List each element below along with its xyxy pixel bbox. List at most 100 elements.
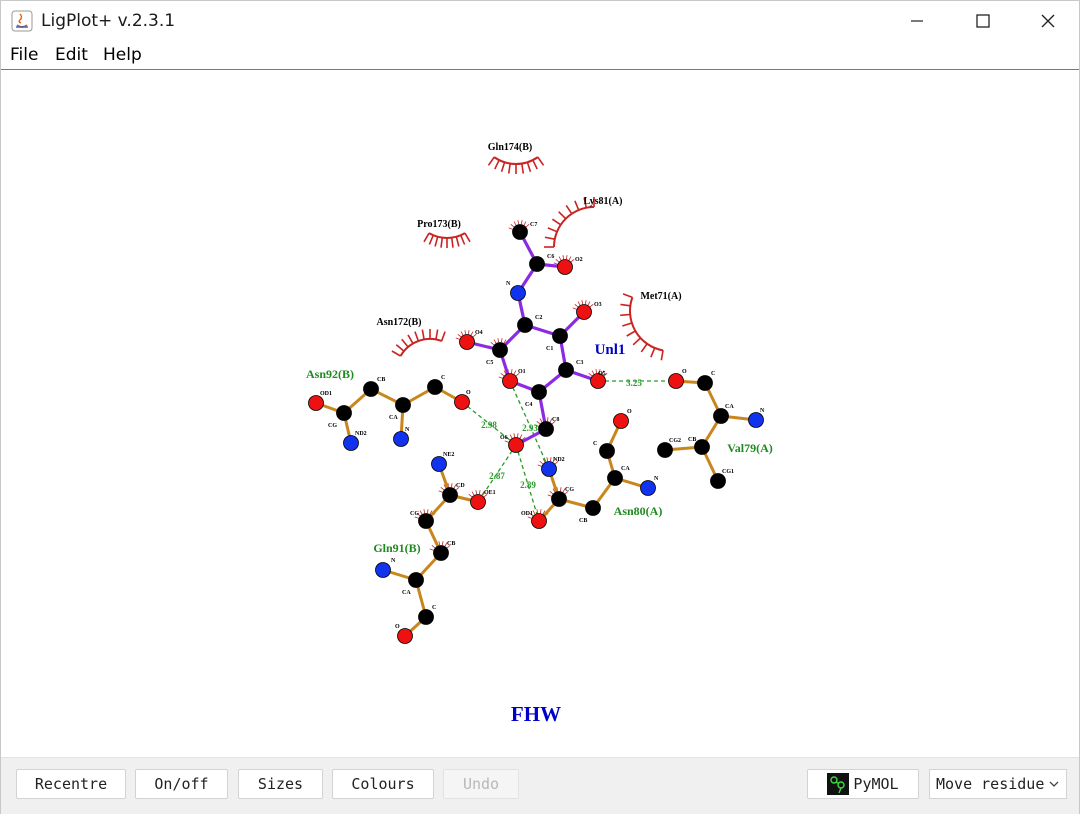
hydrophobic-spoke bbox=[622, 293, 633, 299]
contact-spoke bbox=[547, 494, 552, 497]
atom-c[interactable] bbox=[552, 328, 568, 344]
atom-c[interactable] bbox=[517, 317, 533, 333]
atom-o[interactable] bbox=[459, 334, 475, 350]
atom-label: NE2 bbox=[443, 452, 454, 458]
atom-c[interactable] bbox=[408, 572, 424, 588]
atom-o[interactable] bbox=[508, 437, 524, 453]
maximize-button[interactable] bbox=[960, 1, 1006, 41]
atom-o[interactable] bbox=[668, 373, 684, 389]
atom-c[interactable] bbox=[442, 487, 458, 503]
hydrophobic-spoke bbox=[434, 236, 439, 247]
atom-o[interactable] bbox=[454, 394, 470, 410]
atom-n[interactable] bbox=[541, 461, 557, 477]
hydrophobic-label-gln174: Gln174(B) bbox=[488, 142, 532, 153]
atom-n[interactable] bbox=[375, 562, 391, 578]
hydrogen-bonds: 3.25 2.98 2.93 2.87 2.89 bbox=[461, 378, 676, 522]
hydrophobic-spoke bbox=[455, 236, 460, 247]
menu-help[interactable]: Help bbox=[103, 45, 142, 65]
atom-c[interactable] bbox=[433, 545, 449, 561]
atom-c[interactable] bbox=[607, 470, 623, 486]
contact-spoke bbox=[509, 434, 513, 439]
atom-label: CG2 bbox=[669, 438, 681, 444]
contact-spoke bbox=[532, 510, 536, 515]
atom-c[interactable] bbox=[492, 342, 508, 358]
atom-c[interactable] bbox=[395, 397, 411, 413]
contact-spoke bbox=[460, 331, 464, 336]
atom-c[interactable] bbox=[336, 405, 352, 421]
atom-o[interactable] bbox=[397, 628, 413, 644]
atom-o[interactable] bbox=[557, 259, 573, 275]
hbond-distance-label: 2.98 bbox=[481, 420, 497, 430]
hydrophobic-spoke bbox=[620, 303, 631, 307]
atom-n[interactable] bbox=[393, 431, 409, 447]
atom-o[interactable] bbox=[308, 395, 324, 411]
atom-label: N bbox=[391, 558, 396, 564]
atom-c[interactable] bbox=[697, 375, 713, 391]
atom-c[interactable] bbox=[538, 421, 554, 437]
ligplot-canvas[interactable]: 3.25 2.98 2.93 2.87 2.89 C7 C6 O2 N O3 C2 C1 C3 O4 C5… bbox=[2, 71, 1079, 757]
undo-button[interactable]: Undo bbox=[443, 769, 519, 799]
atom-c[interactable] bbox=[585, 500, 601, 516]
hydrophobic-spoke bbox=[640, 343, 648, 353]
hydrophobic-spoke bbox=[435, 329, 439, 340]
contact-spoke bbox=[431, 544, 436, 549]
contact-spoke bbox=[510, 369, 513, 374]
atom-n[interactable] bbox=[640, 480, 656, 496]
hydrophobic-spoke bbox=[547, 227, 558, 233]
close-button[interactable] bbox=[1025, 1, 1071, 41]
atom-c[interactable] bbox=[531, 384, 547, 400]
contact-spoke bbox=[438, 541, 441, 546]
pymol-button[interactable]: PyMOL bbox=[807, 769, 919, 799]
recentre-button[interactable]: Recentre bbox=[16, 769, 126, 799]
atom-o[interactable] bbox=[531, 513, 547, 529]
atom-c[interactable] bbox=[418, 513, 434, 529]
colours-button[interactable]: Colours bbox=[332, 769, 434, 799]
atom-c[interactable] bbox=[363, 381, 379, 397]
atom-label: O bbox=[682, 369, 687, 375]
atom-label: OE1 bbox=[484, 490, 496, 496]
atom-o[interactable] bbox=[576, 304, 592, 320]
atom-o[interactable] bbox=[470, 494, 486, 510]
atom-c[interactable] bbox=[418, 609, 434, 625]
contact-spoke bbox=[513, 433, 516, 438]
mode-select[interactable]: Move residue bbox=[929, 769, 1067, 799]
sizes-button[interactable]: Sizes bbox=[238, 769, 323, 799]
atom-label: CA bbox=[389, 415, 398, 421]
atom-label: C3 bbox=[576, 360, 583, 366]
contact-spoke bbox=[517, 220, 520, 225]
ligplot-diagram[interactable]: 3.25 2.98 2.93 2.87 2.89 C7 C6 O2 N O3 C2 C1 C3 O4 C5… bbox=[2, 71, 1079, 757]
atom-o[interactable] bbox=[613, 413, 629, 429]
atom-n[interactable] bbox=[343, 435, 359, 451]
atom-c[interactable] bbox=[694, 439, 710, 455]
atom-c[interactable] bbox=[710, 473, 726, 489]
atom-c[interactable] bbox=[529, 256, 545, 272]
atom-c[interactable] bbox=[657, 442, 673, 458]
atom-c[interactable] bbox=[551, 491, 567, 507]
atom-n[interactable] bbox=[431, 456, 447, 472]
atom-o[interactable] bbox=[502, 373, 518, 389]
contact-spoke bbox=[508, 227, 513, 230]
contact-spoke bbox=[478, 490, 481, 495]
atom-c[interactable] bbox=[512, 224, 528, 240]
atom-c[interactable] bbox=[427, 379, 443, 395]
title-bar[interactable]: LigPlot+ v.2.3.1 bbox=[1, 1, 1079, 41]
atom-c[interactable] bbox=[558, 362, 574, 378]
contact-spoke bbox=[513, 221, 517, 226]
atom-n[interactable] bbox=[748, 412, 764, 428]
contact-spoke bbox=[516, 433, 519, 438]
bottom-toolbar: Recentre On/off Sizes Colours Undo PyMOL… bbox=[1, 757, 1079, 814]
atom-c[interactable] bbox=[599, 443, 615, 459]
atom-c[interactable] bbox=[713, 408, 729, 424]
menu-file[interactable]: File bbox=[10, 45, 38, 65]
hydrophobic-spoke bbox=[414, 331, 420, 342]
atom-n[interactable] bbox=[510, 285, 526, 301]
close-icon bbox=[1041, 14, 1055, 28]
window-title: LigPlot+ v.2.3.1 bbox=[41, 11, 176, 31]
onoff-button[interactable]: On/off bbox=[135, 769, 228, 799]
contact-spoke bbox=[589, 303, 594, 308]
hydrophobic-spoke bbox=[395, 344, 405, 352]
hydrophobic-spoke bbox=[558, 211, 567, 220]
menu-edit[interactable]: Edit bbox=[55, 45, 88, 65]
minimize-button[interactable] bbox=[894, 1, 940, 41]
contact-spoke bbox=[558, 256, 562, 261]
